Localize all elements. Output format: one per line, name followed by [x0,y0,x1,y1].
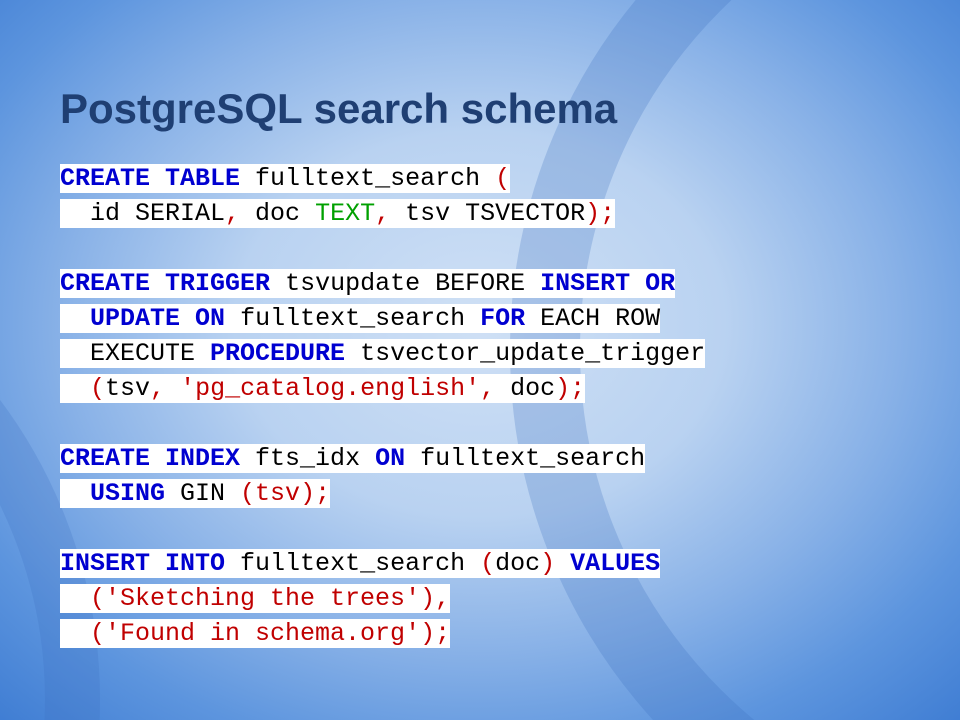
slide-content: PostgreSQL search schema CREATE TABLE fu… [0,0,960,651]
kw-create: CREATE [60,164,150,193]
kw-on: ON [195,304,225,333]
kw-procedure: PROCEDURE [210,339,345,368]
procedure-name: tsvector_update_trigger [345,339,705,368]
kw-create: CREATE [60,444,150,473]
kw-trigger: TRIGGER [165,269,270,298]
kw-insert: INSERT [540,269,630,298]
kw-into: INTO [165,549,225,578]
kw-insert: INSERT [60,549,150,578]
trigger-name: tsvupdate BEFORE [270,269,540,298]
type-text: TEXT [315,199,375,228]
string-literal: 'pg_catalog.english' [180,374,480,403]
kw-values: VALUES [570,549,660,578]
kw-using: USING [90,479,165,508]
code-block: CREATE TABLE fulltext_search ( id SERIAL… [60,161,900,651]
index-name: fts_idx [240,444,375,473]
table-name: fulltext_search [240,164,495,193]
string-literal: 'Sketching the trees' [105,584,420,613]
kw-index: INDEX [165,444,240,473]
kw-for: FOR [480,304,525,333]
slide-title: PostgreSQL search schema [60,85,900,133]
kw-or: OR [645,269,675,298]
kw-update: UPDATE [90,304,180,333]
slide: PostgreSQL search schema CREATE TABLE fu… [0,0,960,720]
kw-create: CREATE [60,269,150,298]
string-literal: 'Found in schema.org' [105,619,420,648]
kw-on: ON [375,444,405,473]
kw-table: TABLE [165,164,240,193]
